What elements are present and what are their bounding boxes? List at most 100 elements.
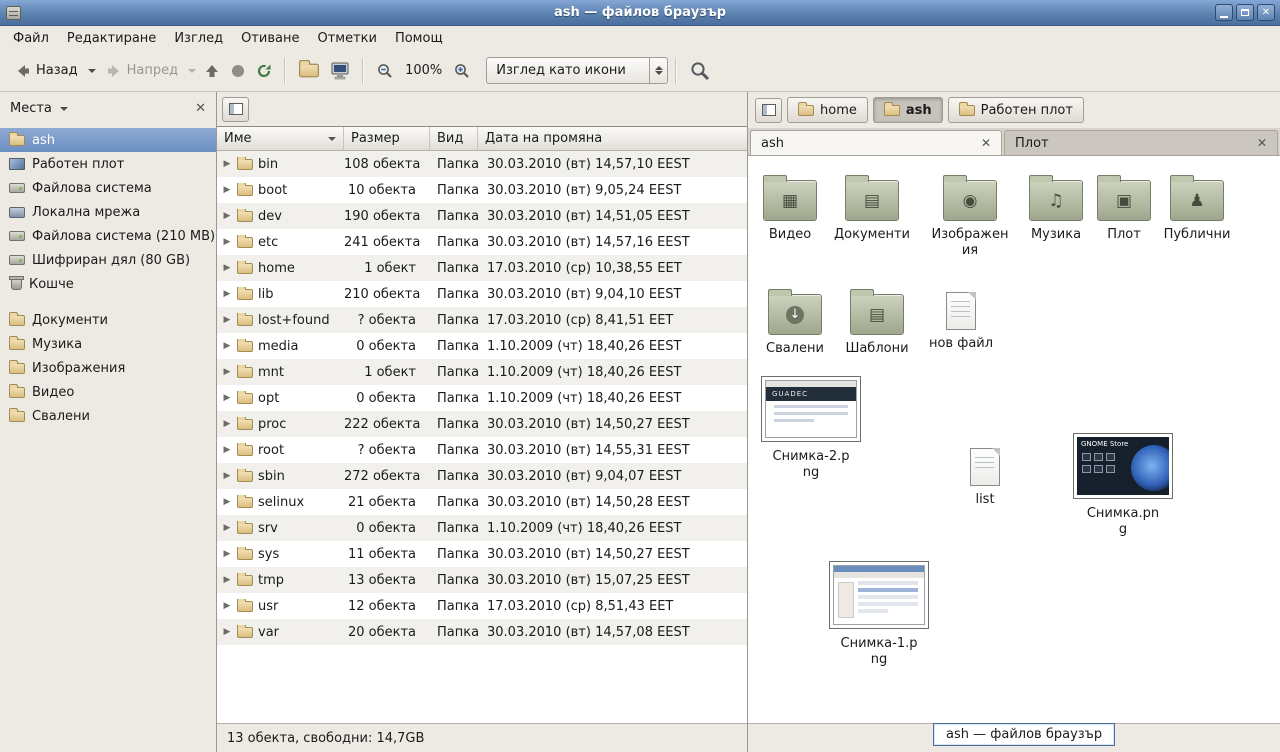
breadcrumb-desktop[interactable]: Работен плот: [948, 97, 1084, 123]
breadcrumb-home[interactable]: home: [787, 97, 868, 123]
expander-icon[interactable]: ▶: [222, 471, 232, 481]
sidebar-item-music[interactable]: Музика: [0, 332, 216, 356]
expander-icon[interactable]: ▶: [222, 419, 232, 429]
view-mode-dropdown[interactable]: Изглед като икони: [486, 57, 668, 84]
expander-icon[interactable]: ▶: [222, 549, 232, 559]
expander-icon[interactable]: ▶: [222, 393, 232, 403]
back-history-chevron-icon[interactable]: [88, 69, 96, 73]
icon-item-list[interactable]: list: [943, 444, 1027, 508]
sidebar-item-pictures[interactable]: Изображения: [0, 356, 216, 380]
expander-icon[interactable]: ▶: [222, 237, 232, 247]
table-row[interactable]: ▶mnt1 обектПапка1.10.2009 (чт) 18,40,26 …: [217, 359, 747, 385]
menu-go[interactable]: Отиване: [232, 28, 308, 49]
expander-icon[interactable]: ▶: [222, 185, 232, 195]
breadcrumb-ash[interactable]: ash: [873, 97, 943, 123]
icon-item-templates[interactable]: ▤ Шаблони: [835, 288, 919, 357]
table-row[interactable]: ▶var20 обектаПапка30.03.2010 (вт) 14,57,…: [217, 619, 747, 645]
reload-button[interactable]: [251, 58, 277, 84]
table-row[interactable]: ▶etc241 обектаПапка30.03.2010 (вт) 14,57…: [217, 229, 747, 255]
table-row[interactable]: ▶sys11 обектаПапка30.03.2010 (вт) 14,50,…: [217, 541, 747, 567]
close-button[interactable]: ✕: [1257, 4, 1275, 21]
table-row[interactable]: ▶root? обектаПапка30.03.2010 (вт) 14,55,…: [217, 437, 747, 463]
menu-edit[interactable]: Редактиране: [58, 28, 165, 49]
sidebar-item-network[interactable]: Локална мрежа: [0, 200, 216, 224]
expander-icon[interactable]: ▶: [222, 523, 232, 533]
table-row[interactable]: ▶opt0 обектаПапка1.10.2009 (чт) 18,40,26…: [217, 385, 747, 411]
icon-item-snimka1[interactable]: Снимка-1.png: [829, 561, 929, 667]
column-header-type[interactable]: Вид: [430, 127, 478, 151]
table-row[interactable]: ▶srv0 обектаПапка1.10.2009 (чт) 18,40,26…: [217, 515, 747, 541]
computer-button[interactable]: [325, 57, 355, 85]
sidebar-title-dropdown[interactable]: Места: [10, 101, 71, 116]
table-row[interactable]: ▶selinux21 обектаПапка30.03.2010 (вт) 14…: [217, 489, 747, 515]
expander-icon[interactable]: ▶: [222, 315, 232, 325]
forward-button[interactable]: Напред: [99, 58, 185, 84]
maximize-button[interactable]: [1236, 4, 1254, 21]
sidebar-item-downloads[interactable]: Свалени: [0, 404, 216, 428]
icon-item-snimka2[interactable]: GUADEC Снимка-2.png: [761, 376, 861, 480]
sidebar-item-encrypted[interactable]: Шифриран дял (80 GB): [0, 248, 216, 272]
icon-item-downloads[interactable]: ↓ Свалени: [753, 288, 837, 357]
table-row[interactable]: ▶boot10 обектаПапка30.03.2010 (вт) 9,05,…: [217, 177, 747, 203]
expander-icon[interactable]: ▶: [222, 497, 232, 507]
icon-item-snimka[interactable]: GNOME Store Снимка.png: [1073, 433, 1173, 537]
sidebar-item-ash[interactable]: ash: [0, 128, 216, 152]
menu-view[interactable]: Изглед: [165, 28, 232, 49]
table-row[interactable]: ▶proc222 обектаПапка30.03.2010 (вт) 14,5…: [217, 411, 747, 437]
expander-icon[interactable]: ▶: [222, 575, 232, 585]
sidebar-item-trash[interactable]: Кошче: [0, 272, 216, 296]
back-button[interactable]: Назад: [8, 58, 85, 84]
table-row[interactable]: ▶usr12 обектаПапка17.03.2010 (ср) 8,51,4…: [217, 593, 747, 619]
table-row[interactable]: ▶bin108 обектаПапка30.03.2010 (вт) 14,57…: [217, 151, 747, 177]
main-content: Места ✕ ash Работен плот Файлова система…: [0, 92, 1280, 752]
tab-close-icon[interactable]: ✕: [981, 136, 991, 150]
home-button[interactable]: [293, 60, 325, 81]
expander-icon[interactable]: ▶: [222, 601, 232, 611]
expander-icon[interactable]: ▶: [222, 211, 232, 221]
tab-ash[interactable]: ash ✕: [750, 130, 1002, 155]
sidebar-item-video[interactable]: Видео: [0, 380, 216, 404]
sidebar-item-desktop[interactable]: Работен плот: [0, 152, 216, 176]
sidebar-close-icon[interactable]: ✕: [195, 101, 206, 116]
menu-bookmarks[interactable]: Отметки: [308, 28, 385, 49]
menu-help[interactable]: Помощ: [386, 28, 452, 49]
icon-item-video[interactable]: ▦ Видео: [748, 174, 832, 243]
sidebar-item-documents[interactable]: Документи: [0, 308, 216, 332]
view-mode-spinner[interactable]: [649, 58, 667, 83]
search-button[interactable]: [684, 55, 716, 87]
table-row[interactable]: ▶media0 обектаПапка1.10.2009 (чт) 18,40,…: [217, 333, 747, 359]
table-row[interactable]: ▶lib210 обектаПапка30.03.2010 (вт) 9,04,…: [217, 281, 747, 307]
expander-icon[interactable]: ▶: [222, 159, 232, 169]
expander-icon[interactable]: ▶: [222, 263, 232, 273]
table-row[interactable]: ▶tmp13 обектаПапка30.03.2010 (вт) 15,07,…: [217, 567, 747, 593]
menu-file[interactable]: Файл: [4, 28, 58, 49]
table-row[interactable]: ▶sbin272 обектаПапка30.03.2010 (вт) 9,04…: [217, 463, 747, 489]
tab-desktop[interactable]: Плот ✕: [1004, 130, 1278, 155]
expander-icon[interactable]: ▶: [222, 341, 232, 351]
expander-icon[interactable]: ▶: [222, 367, 232, 377]
expander-icon[interactable]: ▶: [222, 627, 232, 637]
zoom-out-button[interactable]: [371, 57, 399, 85]
table-row[interactable]: ▶dev190 обектаПапка30.03.2010 (вт) 14,51…: [217, 203, 747, 229]
icon-item-pictures[interactable]: ◉ Изображения: [928, 174, 1012, 258]
icon-item-new-file[interactable]: нов файл: [919, 288, 1003, 352]
column-header-size[interactable]: Размер: [344, 127, 430, 151]
file-type: Папка: [430, 443, 478, 458]
sidebar-item-filesystem[interactable]: Файлова система: [0, 176, 216, 200]
icon-item-documents[interactable]: ▤ Документи: [830, 174, 914, 243]
sidebar-item-filesystem-210[interactable]: Файлова система (210 MB): [0, 224, 216, 248]
column-header-modified[interactable]: Дата на промяна: [478, 127, 747, 151]
zoom-in-button[interactable]: [448, 57, 476, 85]
table-row[interactable]: ▶lost+found? обектаПапка17.03.2010 (ср) …: [217, 307, 747, 333]
minimize-button[interactable]: [1215, 4, 1233, 21]
pane-toggle-button[interactable]: [755, 98, 782, 123]
pane-toggle-button[interactable]: [222, 97, 249, 122]
column-header-name[interactable]: Име: [217, 127, 344, 151]
up-button[interactable]: [199, 58, 225, 84]
table-row[interactable]: ▶home1 обектПапка17.03.2010 (ср) 10,38,5…: [217, 255, 747, 281]
expander-icon[interactable]: ▶: [222, 289, 232, 299]
expander-icon[interactable]: ▶: [222, 445, 232, 455]
icon-item-desktop[interactable]: ▣ Плот: [1082, 174, 1166, 243]
icon-item-public[interactable]: ♟ Публични: [1155, 174, 1239, 243]
tab-close-icon[interactable]: ✕: [1257, 136, 1267, 150]
